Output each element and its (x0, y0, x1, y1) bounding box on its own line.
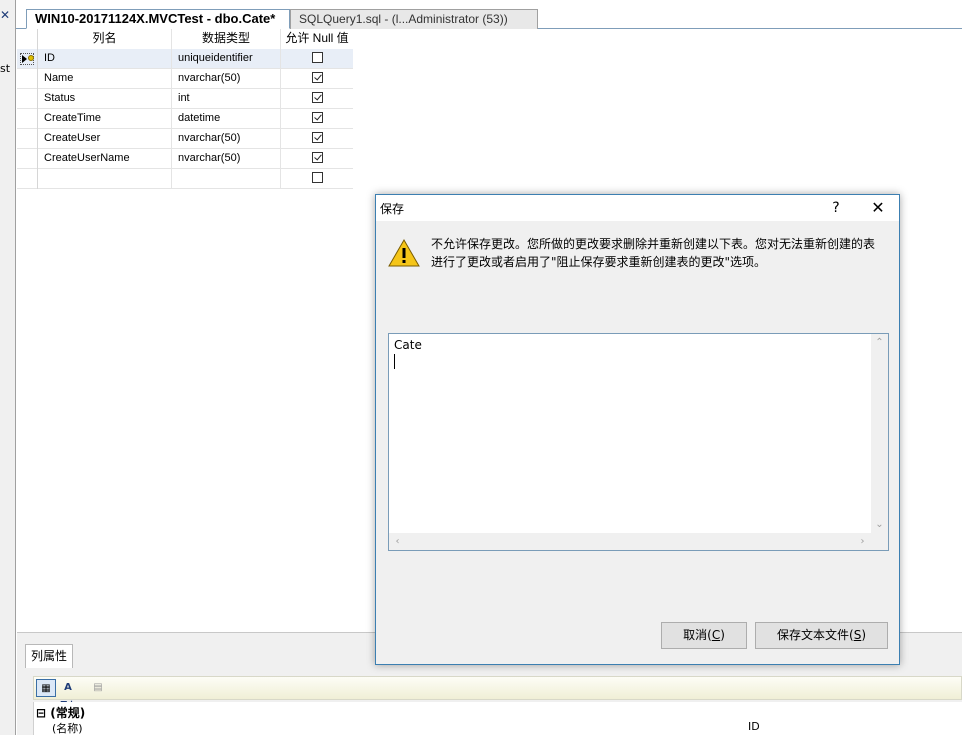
help-button[interactable]: ? (826, 198, 846, 218)
text-caret (394, 354, 395, 369)
alphabetical-sort-icon[interactable]: A Z↓ (58, 679, 78, 711)
data-type-cell[interactable]: int (172, 89, 281, 109)
table-designer-grid: 列名 数据类型 允许 Null 值 ID uniqueidentifier Na… (17, 29, 353, 189)
column-name-cell[interactable]: CreateTime (38, 109, 172, 129)
row-selector[interactable] (17, 89, 38, 109)
allow-null-cell[interactable] (281, 69, 353, 89)
data-type-cell[interactable] (172, 169, 281, 189)
data-type-cell[interactable]: nvarchar(50) (172, 129, 281, 149)
tab-sql-query[interactable]: SQLQuery1.sql - (l...Administrator (53)) (290, 9, 538, 29)
column-name-cell[interactable]: CreateUser (38, 129, 172, 149)
table-row[interactable]: Name nvarchar(50) (17, 69, 353, 89)
allow-null-cell[interactable] (281, 129, 353, 149)
properties-toolbar: ▦ A Z↓ ▤ (33, 676, 962, 711)
row-selector[interactable] (17, 49, 38, 69)
table-row[interactable]: ID uniqueidentifier (17, 49, 353, 69)
left-panel-text-fragment: st (0, 62, 11, 75)
allow-null-cell[interactable] (281, 169, 353, 189)
warning-icon (388, 238, 420, 267)
property-grid (33, 702, 962, 735)
dialog-titlebar[interactable]: 保存 ? ✕ (376, 195, 899, 221)
row-selector-header (17, 29, 38, 49)
column-name-header: 列名 (38, 29, 172, 49)
data-type-cell[interactable]: uniqueidentifier (172, 49, 281, 69)
allow-null-checkbox[interactable] (311, 151, 323, 163)
document-tab-bar: WIN10-20171124X.MVCTest - dbo.Cate* SQLQ… (16, 0, 962, 29)
allow-null-checkbox[interactable] (311, 131, 323, 143)
row-selector[interactable] (17, 169, 38, 189)
scroll-left-icon[interactable]: ‹ (389, 533, 406, 550)
save-hotkey: S (853, 628, 862, 642)
table-row-new[interactable] (17, 169, 353, 189)
cancel-hotkey: C (711, 628, 721, 642)
data-type-cell[interactable]: nvarchar(50) (172, 149, 281, 169)
tables-textarea[interactable]: Cate ⌃ ⌄ ‹ › (388, 333, 889, 551)
dialog-title: 保存 (380, 202, 405, 216)
scroll-right-icon[interactable]: › (854, 533, 871, 550)
horizontal-scrollbar[interactable]: ‹ › (389, 533, 871, 550)
row-selector[interactable] (17, 129, 38, 149)
left-panel-strip (0, 0, 16, 735)
data-type-header: 数据类型 (172, 29, 281, 49)
column-name-cell[interactable]: Name (38, 69, 172, 89)
primary-key-icon (20, 53, 34, 65)
property-name-label: (名称) (52, 722, 83, 735)
allow-null-checkbox[interactable] (311, 51, 323, 63)
allow-null-cell[interactable] (281, 89, 353, 109)
vertical-scrollbar[interactable]: ⌃ ⌄ (871, 334, 888, 533)
table-row[interactable]: CreateUser nvarchar(50) (17, 129, 353, 149)
allow-null-cell[interactable] (281, 149, 353, 169)
table-row[interactable]: CreateTime datetime (17, 109, 353, 129)
dialog-message: 不允许保存更改。您所做的更改要求删除并重新创建以下表。您对无法重新创建的表进行了… (431, 237, 876, 269)
row-selector[interactable] (17, 69, 38, 89)
table-row[interactable]: Status int (17, 89, 353, 109)
tab-column-properties[interactable]: 列属性 (25, 644, 73, 668)
column-name-cell[interactable]: CreateUserName (38, 149, 172, 169)
save-dialog: 保存 ? ✕ 不允许保存更改。您所做的更改要求删除并重新创建以下表。您对无法重新… (375, 194, 900, 665)
property-category-general[interactable]: ⊟ (常规) (36, 704, 85, 721)
row-selector[interactable] (17, 149, 38, 169)
column-name-cell[interactable]: ID (38, 49, 172, 69)
allow-null-checkbox[interactable] (311, 71, 323, 83)
column-name-cell[interactable] (38, 169, 172, 189)
cancel-label: 取消 (683, 628, 708, 642)
tab-table-designer[interactable]: WIN10-20171124X.MVCTest - dbo.Cate* (26, 9, 290, 29)
property-pages-icon[interactable]: ▤ (88, 679, 108, 697)
close-icon[interactable]: ✕ (0, 8, 10, 22)
save-label: 保存文本文件 (776, 628, 849, 642)
cancel-button[interactable]: 取消(C) (661, 622, 747, 649)
grid-header-row: 列名 数据类型 允许 Null 值 (17, 29, 353, 49)
data-type-cell[interactable]: datetime (172, 109, 281, 129)
scroll-up-icon[interactable]: ⌃ (871, 334, 888, 351)
property-name-value[interactable]: ID (748, 720, 760, 733)
allow-null-cell[interactable] (281, 109, 353, 129)
column-name-cell[interactable]: Status (38, 89, 172, 109)
close-button[interactable]: ✕ (866, 198, 890, 218)
categorized-view-icon[interactable]: ▦ (36, 679, 56, 697)
allow-null-checkbox[interactable] (311, 171, 323, 183)
scrollbar-corner (871, 533, 888, 550)
allow-null-checkbox[interactable] (311, 111, 323, 123)
allow-null-cell[interactable] (281, 49, 353, 69)
scroll-down-icon[interactable]: ⌄ (871, 516, 888, 533)
table-row[interactable]: CreateUserName nvarchar(50) (17, 149, 353, 169)
textarea-content: Cate (394, 338, 422, 352)
allow-null-header: 允许 Null 值 (281, 29, 353, 49)
row-selector[interactable] (17, 109, 38, 129)
allow-null-checkbox[interactable] (311, 91, 323, 103)
data-type-cell[interactable]: nvarchar(50) (172, 69, 281, 89)
save-text-file-button[interactable]: 保存文本文件(S) (755, 622, 888, 649)
